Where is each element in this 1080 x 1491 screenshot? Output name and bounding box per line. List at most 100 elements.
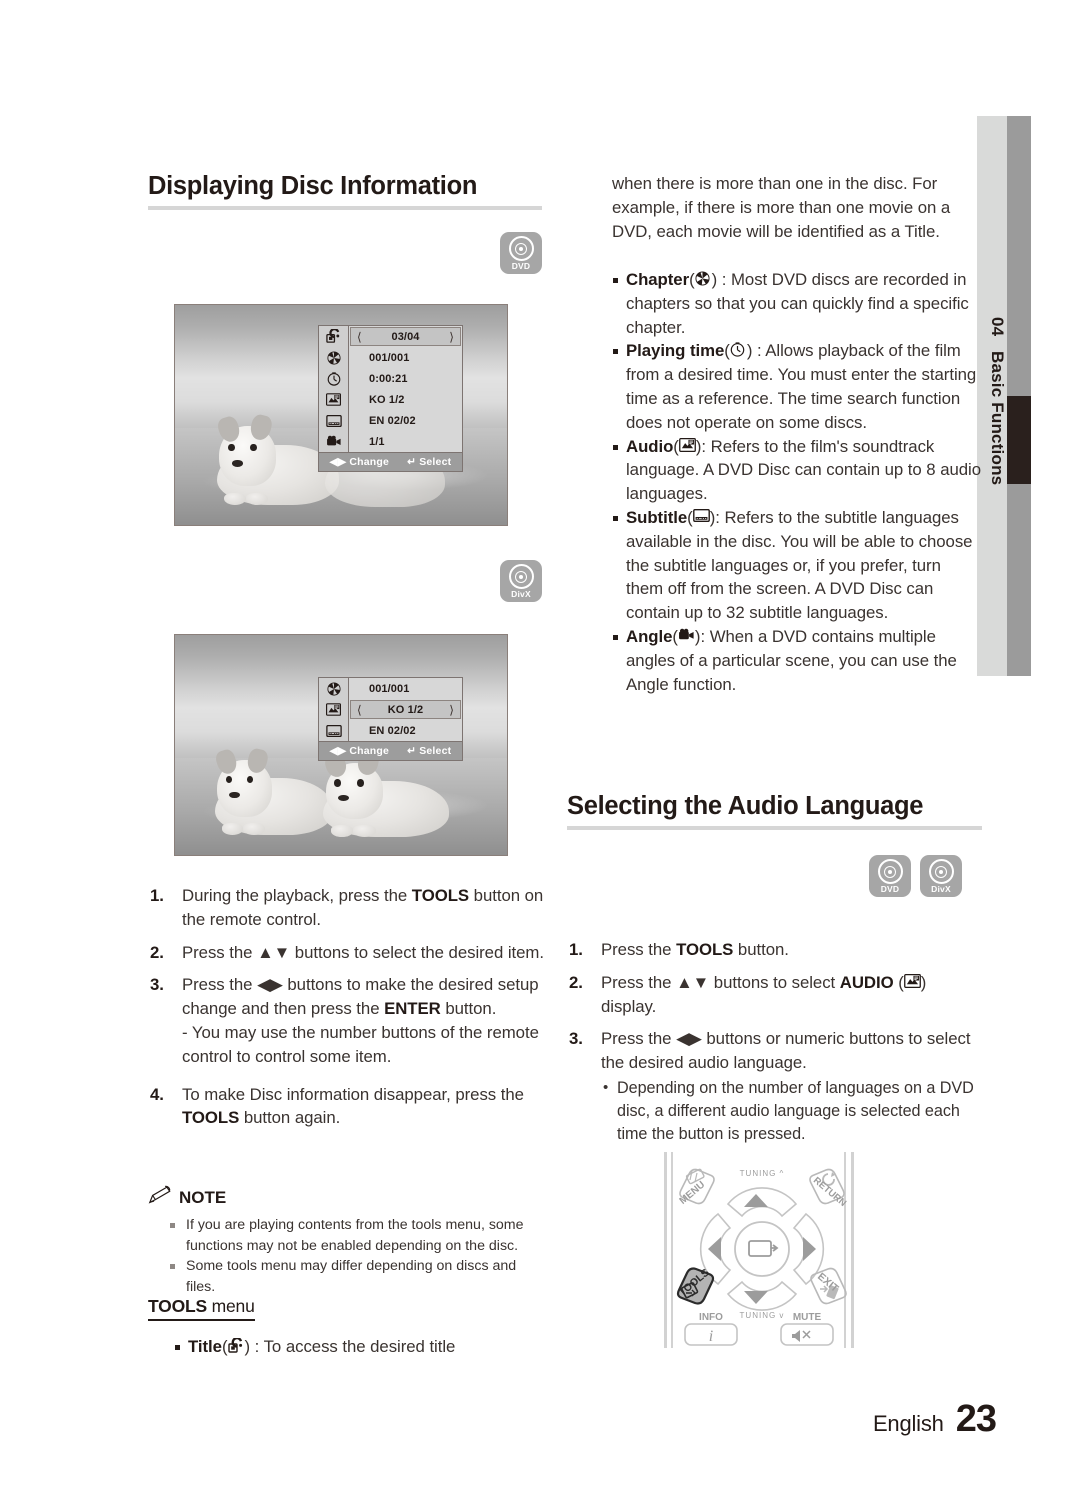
tuning-up-label: TUNING ^: [740, 1169, 785, 1178]
disc-info-steps: 1. During the playback, press the TOOLS …: [148, 884, 546, 1139]
disc-badge-label: DVD: [880, 884, 900, 894]
note-block: NOTE If you are playing contents from th…: [148, 1185, 548, 1297]
osd-value: 0:00:21: [369, 372, 408, 385]
bullet-sep: :: [700, 626, 710, 646]
bullet-angle: Angle( ): When a DVD contains multiple a…: [612, 625, 982, 696]
step-number: 2.: [150, 942, 164, 962]
bullet-label: Audio: [626, 436, 674, 456]
tv-screenshot-audio-select: 001/001 ⟨ KO 1/2 ⟩ EN 02/02 ◀▶ Change ↵ …: [174, 634, 508, 856]
right-arrow-icon[interactable]: ⟩: [449, 703, 454, 717]
osd-row-audio[interactable]: KO 1/2: [349, 389, 462, 410]
disc-badges-audio: DVD DivX: [869, 855, 962, 897]
menu-button: MENU: [678, 1168, 715, 1207]
osd-body: ⟨ 03/04 ⟩ 001/001 0:00:21 KO 1/2 EN 02/0: [318, 325, 463, 453]
osd-row-chapter[interactable]: 001/001: [349, 347, 462, 368]
audio-language-heading-block: Selecting the Audio Language: [567, 792, 982, 830]
enter-button: [734, 1221, 790, 1277]
remote-edge-right-outer: [851, 1152, 854, 1348]
osd-icon-column: [318, 325, 348, 453]
osd-row-audio[interactable]: ⟨ KO 1/2 ⟩: [350, 700, 461, 719]
disc-glyph: [877, 859, 903, 884]
divx-disc-icon: DivX: [920, 855, 962, 897]
chapter-number: 04: [988, 317, 1007, 337]
tools-menu-light: menu: [206, 1296, 255, 1316]
puppy-paw-left: [224, 492, 247, 505]
up-down-arrows-icon: ▲▼: [676, 972, 710, 992]
step-3: 3. Press the ◀▶ buttons to make the desi…: [148, 973, 546, 1068]
title-icon: [227, 1338, 245, 1355]
osd-row-subtitle[interactable]: EN 02/02: [349, 720, 462, 741]
osd-value: 001/001: [369, 351, 410, 364]
dvd-disc-icon: DVD: [869, 855, 911, 897]
down-arrow-button: [726, 1280, 798, 1311]
angle-icon: [678, 628, 695, 645]
remote-edge-right-inner: [844, 1152, 846, 1348]
step-text: To make Disc information disappear, pres…: [182, 1084, 524, 1128]
osd-value: EN 02/02: [369, 414, 416, 427]
osd-row-chapter[interactable]: 001/001: [349, 678, 462, 699]
puppy-nose: [231, 459, 243, 467]
osd-row-list: 001/001 ⟨ KO 1/2 ⟩ EN 02/02: [348, 677, 463, 742]
remote-edge-left-inner: [671, 1152, 673, 1348]
mute-button: MUTE: [780, 1312, 834, 1346]
note-item: Some tools menu may differ depending on …: [148, 1256, 548, 1297]
audio-step-3: 3. Press the ◀▶ buttons or numeric butto…: [567, 1027, 985, 1146]
audio-step-1: 1. Press the TOOLS button.: [567, 938, 985, 962]
tools-menu-block: TOOLS menu Title( ) : To access the desi…: [148, 1296, 548, 1359]
svg-text:MUTE: MUTE: [793, 1312, 822, 1323]
tools-menu-item-title: Title( ) : To access the desired title: [174, 1335, 548, 1359]
step-number: 4.: [150, 1084, 164, 1104]
puppy-eye-left: [227, 443, 235, 452]
svg-text:RETURN: RETURN: [811, 1175, 848, 1209]
subtitle-icon: [692, 508, 710, 526]
right-arrow-button: [792, 1212, 825, 1286]
footer-page-number: 23: [955, 1398, 997, 1440]
exit-button: EXIT: [810, 1267, 847, 1305]
playing-time-icon: [730, 342, 747, 359]
bullet-playing-time: Playing time( ) : Allows playback of the…: [612, 339, 982, 434]
osd-value: 001/001: [369, 682, 410, 695]
audio-icon: [319, 389, 348, 410]
subtitle-icon: [319, 410, 348, 431]
tools-menu-heading: TOOLS menu: [148, 1296, 255, 1321]
osd-row-playing-time[interactable]: 0:00:21: [349, 368, 462, 389]
page-title: Displaying Disc Information: [148, 172, 478, 200]
page-footer: English 23: [872, 1398, 997, 1441]
tools-item-label: Title: [188, 1337, 222, 1356]
puppy-eye-left: [334, 779, 342, 787]
section-title-audio: Selecting the Audio Language: [567, 792, 924, 820]
right-arrow-icon[interactable]: ⟩: [449, 330, 454, 344]
osd-row-subtitle[interactable]: EN 02/02: [349, 410, 462, 431]
dvd-badge-1: DVD: [500, 232, 542, 274]
puppy-eye-right: [249, 443, 257, 452]
step-text: During the playback, press the TOOLS but…: [182, 886, 544, 929]
audio-step-3-notes: Depending on the number of languages on …: [601, 1076, 985, 1146]
bullet-label: Playing time: [626, 341, 725, 361]
tv-screenshot-disc-info: ⟨ 03/04 ⟩ 001/001 0:00:21 KO 1/2 EN 02/0: [174, 304, 508, 526]
puppy-paw-right: [243, 823, 265, 835]
step-4: 4. To make Disc information disappear, p…: [148, 1083, 546, 1131]
heading-underline: [148, 206, 542, 210]
osd-row-angle[interactable]: 1/1: [349, 431, 462, 452]
left-heading-block: Displaying Disc Information: [148, 172, 542, 210]
osd-row-title[interactable]: ⟨ 03/04 ⟩: [350, 327, 461, 346]
osd-value: EN 02/02: [369, 724, 416, 737]
left-right-arrows-icon: ◀▶: [257, 975, 283, 995]
tools-menu-items: Title( ) : To access the desired title: [148, 1335, 548, 1359]
disc-badge-label: DVD: [511, 261, 531, 271]
bullet-label: Subtitle: [626, 507, 688, 527]
puppy-nose: [229, 791, 240, 799]
bullet-sep: :: [701, 436, 711, 456]
disc-glyph: [508, 564, 534, 589]
disc-glyph: [508, 236, 534, 261]
osd-select-hint: ↵ Select: [407, 745, 452, 757]
bullet-sep: :: [717, 270, 731, 289]
audio-icon: [319, 699, 348, 720]
divx-disc-icon: DivX: [500, 560, 542, 602]
puppy-paw-right: [353, 825, 376, 837]
footer-language: English: [872, 1411, 944, 1436]
osd-disc-information: ⟨ 03/04 ⟩ 001/001 0:00:21 KO 1/2 EN 02/0: [318, 325, 463, 472]
angle-icon: [319, 431, 348, 452]
disc-badge-label: DivX: [511, 589, 531, 599]
playing-time-icon: [319, 368, 348, 389]
